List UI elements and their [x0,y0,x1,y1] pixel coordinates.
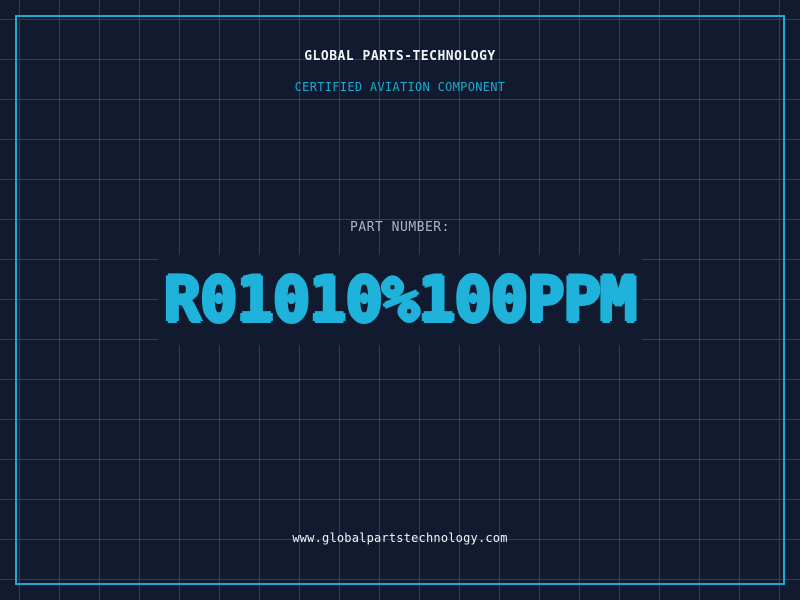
part-number-container: R01010%100PPM [0,255,800,345]
brand-subtitle: CERTIFIED AVIATION COMPONENT [294,80,506,94]
part-number-label: PART NUMBER: [350,220,450,235]
part-number-value: R01010%100PPM [157,255,643,345]
website-url: www.globalpartstechnology.com [292,531,508,545]
brand-title: GLOBAL PARTS-TECHNOLOGY [304,49,496,64]
